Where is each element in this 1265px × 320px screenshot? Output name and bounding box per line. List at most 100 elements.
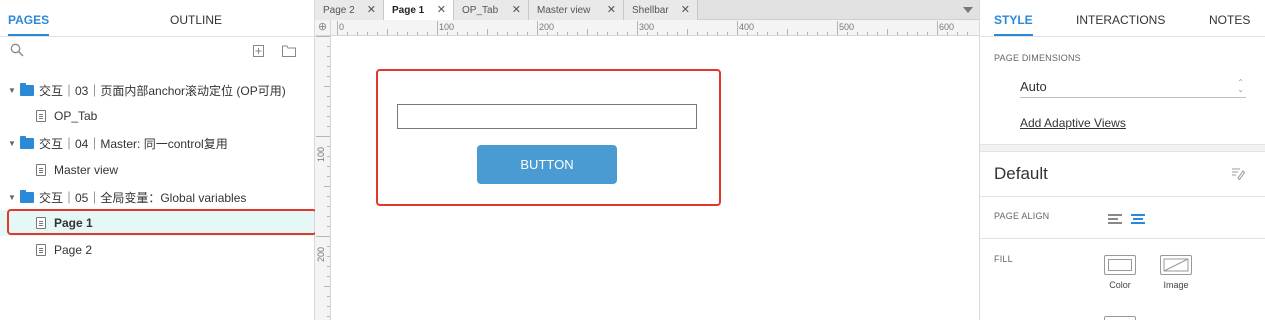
page-tree-label: Master view bbox=[54, 163, 119, 177]
caret-down-icon[interactable]: ▼ bbox=[8, 193, 16, 202]
ruler-tick bbox=[807, 32, 808, 35]
pages-panel-tabs: PAGES OUTLINE bbox=[0, 0, 314, 37]
doc-tab-label: Shellbar bbox=[632, 5, 669, 16]
ruler-tick bbox=[667, 32, 668, 35]
ruler-tick bbox=[327, 66, 330, 67]
doc-tab-page-1[interactable]: Page 1 ✕ bbox=[384, 0, 454, 21]
pages-toolbar bbox=[0, 37, 314, 67]
fill-extra-swatch[interactable] bbox=[1104, 316, 1136, 320]
tab-overflow-dropdown-icon[interactable] bbox=[963, 7, 973, 13]
search-icon[interactable] bbox=[10, 43, 24, 60]
ruler-tick bbox=[537, 21, 538, 35]
page-item-page-2[interactable]: Page 2 bbox=[0, 237, 314, 263]
ruler-label: 100 bbox=[316, 146, 326, 162]
ruler-tick bbox=[967, 32, 968, 35]
caret-down-icon[interactable]: ▼ bbox=[8, 86, 16, 95]
ruler-tick bbox=[897, 32, 898, 35]
ruler-tick bbox=[327, 46, 330, 47]
doc-tab-master-view[interactable]: Master view ✕ bbox=[529, 0, 624, 20]
canvas-button[interactable]: BUTTON bbox=[477, 145, 617, 184]
ruler-tick bbox=[437, 21, 438, 35]
ruler-tick bbox=[327, 96, 330, 97]
ruler-tick bbox=[407, 32, 408, 35]
ruler-tick bbox=[327, 256, 330, 257]
page-dimensions-select[interactable]: Auto ⌃ ⌄ bbox=[1020, 76, 1246, 98]
ruler-tick bbox=[327, 226, 330, 227]
ruler-tick bbox=[707, 32, 708, 35]
close-icon[interactable]: ✕ bbox=[512, 0, 521, 21]
add-page-icon[interactable] bbox=[253, 45, 264, 60]
ruler-tick bbox=[316, 236, 330, 237]
ruler-tick bbox=[467, 32, 468, 35]
ruler-tick bbox=[327, 196, 330, 197]
ruler-tick bbox=[767, 32, 768, 35]
ruler-tick bbox=[917, 32, 918, 35]
folder-icon bbox=[20, 135, 34, 149]
tab-notes[interactable]: NOTES bbox=[1209, 13, 1250, 27]
ruler-tick bbox=[324, 286, 330, 287]
ruler-tick bbox=[427, 32, 428, 35]
ruler-tick bbox=[387, 29, 388, 35]
ruler-tick bbox=[337, 21, 338, 35]
ruler-tick bbox=[597, 32, 598, 35]
doc-tab-op-tab[interactable]: OP_Tab ✕ bbox=[454, 0, 529, 20]
close-icon[interactable]: ✕ bbox=[607, 0, 616, 21]
page-tree-label: 交互｜05｜全局变量：Global variables bbox=[39, 190, 247, 205]
ruler-tick bbox=[637, 21, 638, 35]
fill-image-icon[interactable] bbox=[1160, 255, 1192, 275]
ruler-tick bbox=[327, 306, 330, 307]
close-icon[interactable]: ✕ bbox=[681, 0, 690, 21]
style-name[interactable]: Default bbox=[994, 164, 1048, 184]
close-icon[interactable]: ✕ bbox=[367, 0, 376, 21]
page-dimensions-value: Auto bbox=[1020, 79, 1047, 94]
document-tab-bar: Page 2 ✕ Page 1 ✕ OP_Tab ✕ Master view ✕… bbox=[315, 0, 979, 21]
page-folder-05[interactable]: ▼ 交互｜05｜全局变量：Global variables bbox=[0, 184, 314, 210]
ruler-tick bbox=[327, 216, 330, 217]
ruler-tick bbox=[316, 136, 330, 137]
ruler-tick bbox=[347, 32, 348, 35]
page-item-master-view[interactable]: Master view bbox=[0, 157, 314, 183]
edit-style-icon[interactable] bbox=[1231, 166, 1246, 181]
ruler-tick bbox=[324, 86, 330, 87]
ruler-label: 100 bbox=[439, 22, 455, 32]
canvas-text-field[interactable] bbox=[397, 104, 697, 129]
ruler-tick bbox=[507, 32, 508, 35]
ruler-tick bbox=[327, 146, 330, 147]
ruler-label: 400 bbox=[739, 22, 755, 32]
ruler-tick bbox=[727, 32, 728, 35]
ruler-tick bbox=[617, 32, 618, 35]
page-folder-03[interactable]: ▼ 交互｜03｜页面内部anchor滚动定位 (OP可用) bbox=[0, 77, 314, 103]
ruler-tick bbox=[677, 32, 678, 35]
tab-interactions[interactable]: INTERACTIONS bbox=[1076, 13, 1165, 27]
add-folder-icon[interactable] bbox=[282, 45, 296, 60]
folder-icon bbox=[20, 82, 34, 96]
tab-style[interactable]: STYLE bbox=[994, 13, 1033, 36]
caret-down-icon[interactable]: ▼ bbox=[8, 139, 16, 148]
tab-outline[interactable]: OUTLINE bbox=[170, 13, 222, 27]
align-center-icon[interactable] bbox=[1131, 214, 1145, 224]
doc-tab-shellbar[interactable]: Shellbar ✕ bbox=[624, 0, 698, 20]
page-icon bbox=[36, 164, 46, 176]
tab-pages[interactable]: PAGES bbox=[8, 13, 50, 36]
align-left-icon[interactable] bbox=[1108, 214, 1122, 224]
ruler-origin-icon[interactable]: ⊕ bbox=[315, 20, 331, 36]
ruler-label: 300 bbox=[639, 22, 655, 32]
ruler-tick bbox=[837, 21, 838, 35]
ruler-tick bbox=[777, 32, 778, 35]
add-adaptive-views-link[interactable]: Add Adaptive Views bbox=[1020, 116, 1126, 130]
doc-tab-label: Master view bbox=[537, 5, 591, 16]
ruler-tick bbox=[877, 32, 878, 35]
ruler-tick bbox=[327, 276, 330, 277]
ruler-tick bbox=[357, 32, 358, 35]
ruler-tick bbox=[657, 32, 658, 35]
ruler-tick bbox=[377, 32, 378, 35]
close-icon[interactable]: ✕ bbox=[437, 0, 446, 21]
page-folder-04[interactable]: ▼ 交互｜04｜Master: 同一control复用 bbox=[0, 130, 314, 156]
ruler-tick bbox=[327, 176, 330, 177]
ruler-label: 200 bbox=[316, 246, 326, 262]
fill-color-swatch[interactable] bbox=[1104, 255, 1136, 275]
ruler-tick bbox=[907, 32, 908, 35]
ruler-tick bbox=[627, 32, 628, 35]
page-item-op-tab[interactable]: OP_Tab bbox=[0, 103, 314, 129]
doc-tab-page-2[interactable]: Page 2 ✕ bbox=[315, 0, 384, 20]
